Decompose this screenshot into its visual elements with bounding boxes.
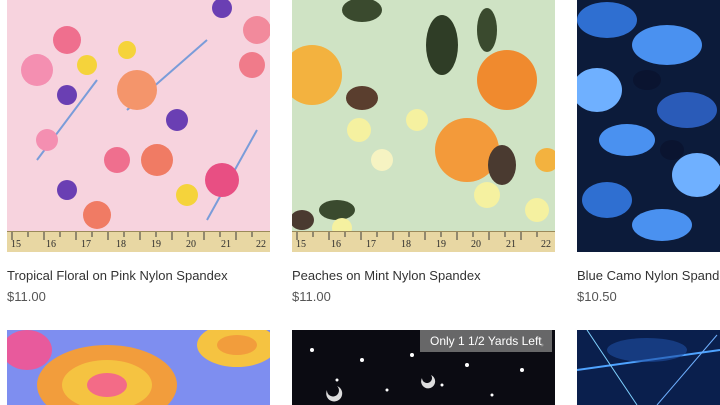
stock-badge: Only 1 1/2 Yards Left <box>420 330 552 352</box>
ruler-number: 18 <box>401 239 411 250</box>
ruler-number: 16 <box>46 239 56 250</box>
measuring-ruler: 15 16 17 18 19 20 21 22 <box>7 231 270 252</box>
tie-dye-pattern <box>7 330 270 405</box>
ruler-number: 15 <box>11 239 21 250</box>
ruler-number: 16 <box>331 239 341 250</box>
product-card-tropical-floral[interactable]: 15 16 17 18 19 20 21 22 Tropical Floral … <box>0 0 280 310</box>
ruler-number: 22 <box>256 239 266 250</box>
product-image-tie-dye[interactable] <box>7 330 270 405</box>
camo-pattern <box>577 0 720 252</box>
ruler-number: 21 <box>221 239 231 250</box>
product-image-tropical-floral[interactable]: 15 16 17 18 19 20 21 22 <box>7 0 270 252</box>
ruler-number: 17 <box>366 239 376 250</box>
product-card-tie-dye[interactable] <box>0 330 280 405</box>
product-price: $10.50 <box>577 289 617 304</box>
ruler-number: 17 <box>81 239 91 250</box>
ruler-number: 20 <box>186 239 196 250</box>
ruler-number: 18 <box>116 239 126 250</box>
ruler-number: 22 <box>541 239 551 250</box>
product-title[interactable]: Blue Camo Nylon Spandex <box>577 268 720 283</box>
ruler-number: 19 <box>151 239 161 250</box>
ruler-number: 21 <box>506 239 516 250</box>
product-image-peaches-mint[interactable]: 15 16 17 18 19 20 21 22 <box>292 0 555 252</box>
floral-pattern <box>7 0 270 252</box>
product-price: $11.00 <box>292 289 331 304</box>
measuring-ruler: 15 16 17 18 19 20 21 22 <box>292 231 555 252</box>
ruler-number: 15 <box>296 239 306 250</box>
product-title[interactable]: Peaches on Mint Nylon Spandex <box>292 268 481 283</box>
product-card-blue-camo[interactable]: Blue Camo Nylon Spandex $10.50 <box>570 0 720 310</box>
ruler-number: 20 <box>471 239 481 250</box>
product-price: $11.00 <box>7 289 46 304</box>
ruler-number: 19 <box>436 239 446 250</box>
product-image-blue-camo[interactable] <box>577 0 720 252</box>
product-card-blue-neon[interactable] <box>570 330 720 405</box>
neon-pattern <box>577 330 720 405</box>
product-card-night-sky[interactable]: Only 1 1/2 Yards Left <box>285 330 565 405</box>
product-title[interactable]: Tropical Floral on Pink Nylon Spandex <box>7 268 228 283</box>
product-image-blue-neon[interactable] <box>577 330 720 405</box>
peaches-pattern <box>292 0 555 252</box>
product-card-peaches-mint[interactable]: 15 16 17 18 19 20 21 22 Peaches on Mint … <box>285 0 565 310</box>
